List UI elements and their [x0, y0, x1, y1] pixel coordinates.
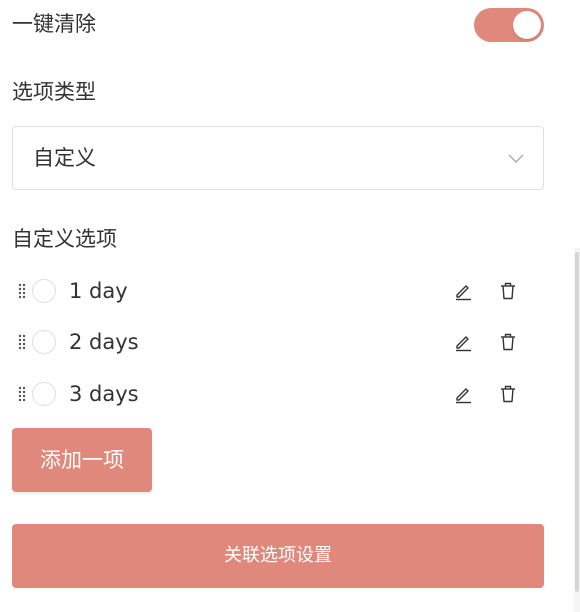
drag-handle-icon[interactable] [17, 333, 27, 351]
scrollbar-thumb[interactable] [575, 252, 579, 592]
trash-icon[interactable] [498, 281, 518, 301]
trash-icon[interactable] [498, 384, 518, 404]
option-row: 2 days [12, 324, 544, 364]
link-option-settings-button[interactable]: 关联选项设置 [12, 524, 544, 588]
option-label: 1 day [69, 279, 128, 303]
trash-icon[interactable] [498, 332, 518, 352]
option-radio[interactable] [32, 279, 56, 303]
custom-options-label: 自定义选项 [12, 227, 117, 251]
drag-handle-icon[interactable] [17, 282, 27, 300]
clear-all-toggle[interactable] [474, 8, 544, 42]
option-type-value: 自定义 [33, 146, 96, 170]
option-type-select[interactable]: 自定义 [12, 126, 544, 190]
option-radio[interactable] [32, 330, 56, 354]
chevron-down-icon [508, 154, 524, 163]
edit-pencil-icon[interactable] [453, 281, 473, 301]
edit-pencil-icon[interactable] [453, 332, 473, 352]
toggle-knob [513, 11, 541, 39]
option-settings-panel: 一键清除 选项类型 自定义 自定义选项 1 day 2 days 3 days … [0, 0, 580, 612]
add-option-button[interactable]: 添加一项 [12, 428, 152, 492]
option-type-label: 选项类型 [12, 80, 96, 104]
option-radio[interactable] [32, 382, 56, 406]
clear-all-label: 一键清除 [12, 12, 96, 36]
drag-handle-icon[interactable] [17, 385, 27, 403]
edit-pencil-icon[interactable] [453, 384, 473, 404]
clear-all-row: 一键清除 [12, 8, 544, 44]
option-label: 3 days [69, 382, 139, 406]
option-row: 3 days [12, 376, 544, 416]
option-row: 1 day [12, 273, 544, 313]
option-label: 2 days [69, 330, 139, 354]
